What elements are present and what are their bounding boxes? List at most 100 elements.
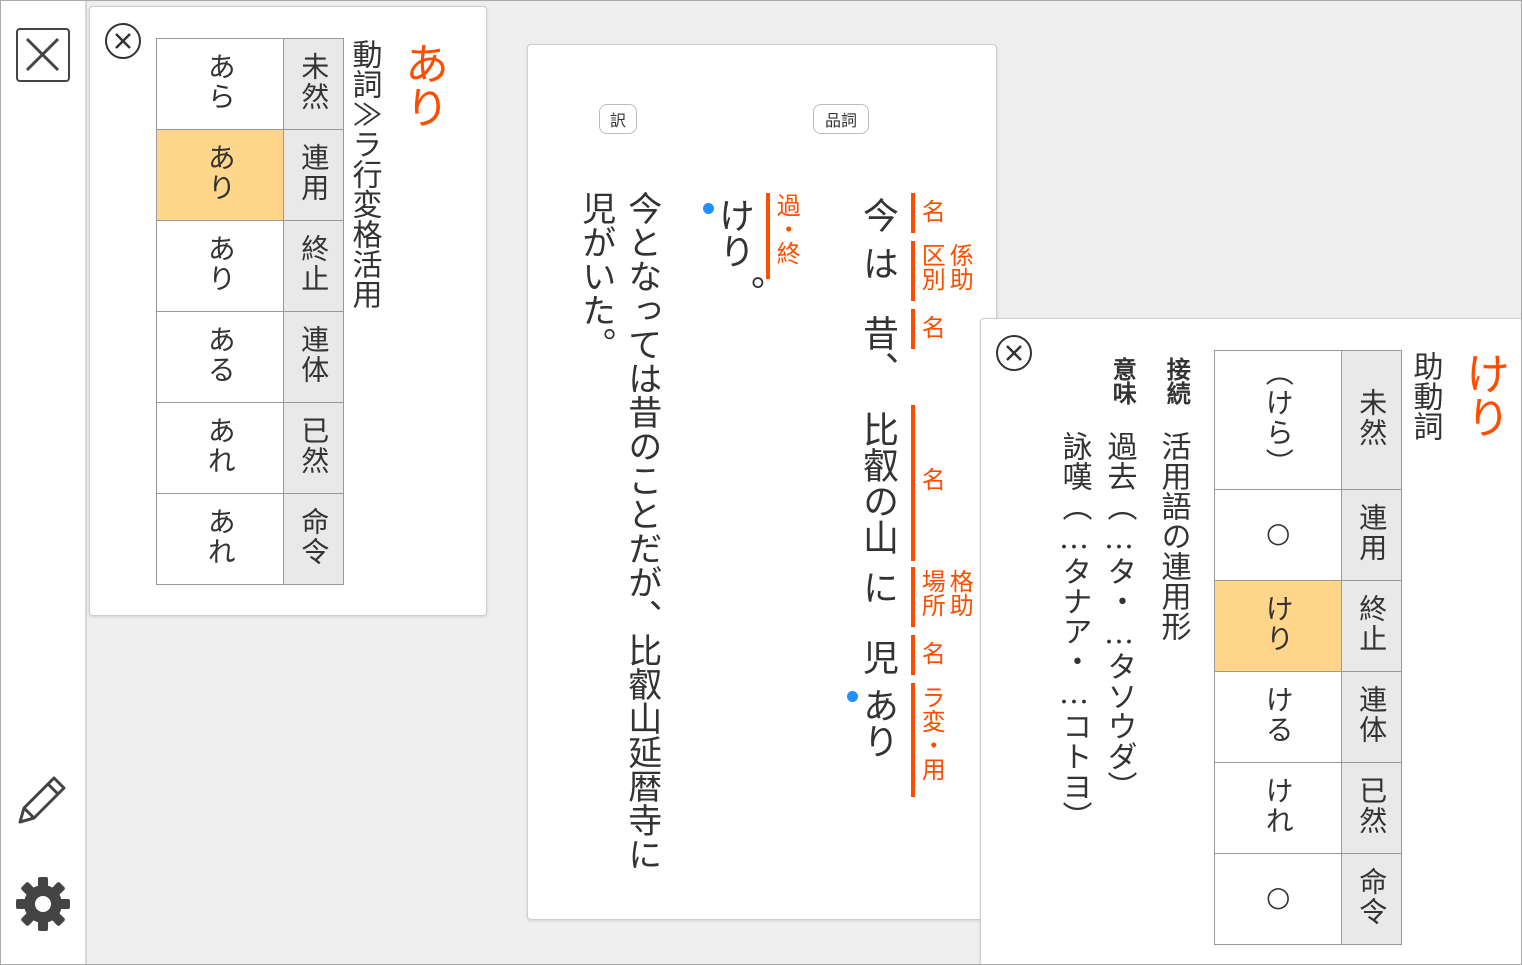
conjugation-table: （けら） 未然 ○ 連用 けり 終止 ける 連体 けれ 已然 ○ 命令 [1214, 350, 1402, 945]
label-text: 命令 [297, 507, 331, 567]
conjugation-row: ○ 連用 [1214, 489, 1402, 581]
tag-bar [911, 635, 915, 675]
conjugation-row: あら 未然 [156, 38, 344, 130]
pos-tag: 過・終 [772, 193, 801, 265]
segment-text: 。 [723, 275, 764, 311]
form-text: （けら） [1261, 358, 1295, 478]
segment-text[interactable]: 昔、 [857, 315, 898, 387]
conjugation-label: 未然 [1341, 350, 1402, 490]
pos-tag: 名 [917, 641, 946, 665]
form-text: ける [1261, 685, 1295, 745]
form-text: あら [203, 52, 237, 112]
label-text: 連体 [297, 325, 331, 385]
close-icon[interactable] [16, 28, 70, 82]
segment-text[interactable]: は [857, 245, 898, 281]
word-card-keri: 詠嘆（…タナア・…コトヨ） 意味 過去（…タ・…タソウダ） 接続 活用語の連用形… [980, 318, 1522, 965]
gear-icon[interactable] [14, 875, 72, 933]
form-text: あれ [203, 416, 237, 476]
conjugation-label: 終止 [283, 220, 344, 312]
conjugation-label: 連体 [283, 311, 344, 403]
segment-text-selected[interactable]: けり [713, 197, 754, 269]
pos-tag-detail: 場所 [917, 569, 946, 617]
conjugation-label: 已然 [283, 402, 344, 494]
meaning-2: 詠嘆（…タナア・…コトヨ） [1056, 431, 1092, 831]
pos-button[interactable]: 品詞 [813, 104, 869, 134]
pos-tag: ラ変・用 [917, 685, 946, 781]
pos-tag-detail: 区別 [917, 243, 946, 291]
conjugated-form: （けら） [1214, 350, 1342, 490]
conjugation-row: ける 連体 [1214, 671, 1402, 763]
conjugated-form: ○ [1214, 489, 1342, 581]
tag-bar [911, 405, 915, 561]
conjugated-form: あれ [156, 493, 284, 585]
translation-line: 今となっては昔のことだが、比叡山延暦寺に [621, 191, 662, 871]
tag-bar [911, 241, 915, 301]
passage-card: 訳 品詞 今 名 は 区別 係助 昔、 名 比叡の山 名 に 場所 格助 児 名… [527, 44, 997, 920]
tag-bar [911, 193, 915, 233]
conjugation-row: けれ 已然 [1214, 762, 1402, 854]
pos-tag: 格助 [945, 569, 974, 617]
conjugated-form: けれ [1214, 762, 1342, 854]
segment-text[interactable]: 今 [857, 197, 898, 233]
pos-tag: 名 [917, 315, 946, 339]
tag-bar [911, 683, 915, 797]
conjugation-label: 連体 [1341, 671, 1402, 763]
label-text: 已然 [1355, 776, 1389, 836]
segment-text[interactable]: 比叡の山 [857, 411, 898, 555]
form-text: ある [203, 325, 237, 385]
conjugated-form: ○ [1214, 853, 1342, 945]
part-of-speech: 動詞≫ラ行変格活用 [346, 39, 382, 309]
tag-bar [911, 309, 915, 349]
headword: けり [1458, 351, 1509, 439]
conjugation-row: あり 終止 [156, 220, 344, 312]
connection-label: 接続 [1162, 357, 1191, 405]
conjugation-table: あら 未然 あり 連用 あり 終止 ある 連体 あれ 已然 あれ 命令 [156, 38, 344, 585]
translate-button[interactable]: 訳 [599, 104, 637, 134]
conjugation-row: けり 終止 [1214, 580, 1402, 672]
pencil-icon[interactable] [14, 772, 70, 828]
label-text: 未然 [1355, 388, 1389, 448]
headword: あり [397, 41, 448, 129]
form-text: あり [203, 143, 237, 203]
label-text: 連用 [1355, 503, 1389, 563]
connection-text: 活用語の連用形 [1155, 431, 1191, 641]
label-text: 終止 [297, 234, 331, 294]
conjugation-label: 連用 [283, 129, 344, 221]
segment-text[interactable]: 児 [857, 639, 898, 675]
conjugation-label: 未然 [283, 38, 344, 130]
label-text: 連体 [1355, 685, 1389, 745]
label-text: 連用 [297, 143, 331, 203]
conjugated-form-highlighted: あり [156, 129, 284, 221]
word-card-ari: あら 未然 あり 連用 あり 終止 ある 連体 あれ 已然 あれ 命令 動詞≫ラ行変格活用 あり [89, 6, 487, 616]
sidebar [0, 0, 87, 965]
label-text: 終止 [1355, 594, 1389, 654]
form-text: あり [203, 234, 237, 294]
segment-text[interactable]: に [857, 569, 898, 605]
segment-text-selected[interactable]: あり [857, 687, 898, 759]
part-of-speech: 助動詞 [1407, 351, 1443, 441]
conjugated-form: あり [156, 220, 284, 312]
conjugation-label: 終止 [1341, 580, 1402, 672]
meaning-1: 過去（…タ・…タソウダ） [1101, 431, 1137, 801]
conjugation-row: あれ 已然 [156, 402, 344, 494]
meaning-label: 意味 [1108, 357, 1137, 405]
conjugated-form: ける [1214, 671, 1342, 763]
pos-tag: 名 [917, 199, 946, 223]
pos-tag: 名 [917, 467, 946, 491]
conjugation-label: 命令 [1341, 853, 1402, 945]
tag-bar [911, 567, 915, 627]
tag-bar [766, 193, 770, 279]
conjugation-row: あり 連用 [156, 129, 344, 221]
translation-line: 児がいた。 [575, 191, 616, 361]
close-card-icon[interactable] [105, 23, 141, 59]
label-text: 已然 [297, 416, 331, 476]
conjugated-form-highlighted: けり [1214, 580, 1342, 672]
conjugated-form: あれ [156, 402, 284, 494]
close-card-icon[interactable] [996, 335, 1032, 371]
conjugation-row: （けら） 未然 [1214, 350, 1402, 490]
form-text: ○ [1261, 515, 1295, 551]
conjugation-label: 連用 [1341, 489, 1402, 581]
conjugated-form: あら [156, 38, 284, 130]
label-text: 未然 [297, 52, 331, 112]
conjugation-label: 命令 [283, 493, 344, 585]
